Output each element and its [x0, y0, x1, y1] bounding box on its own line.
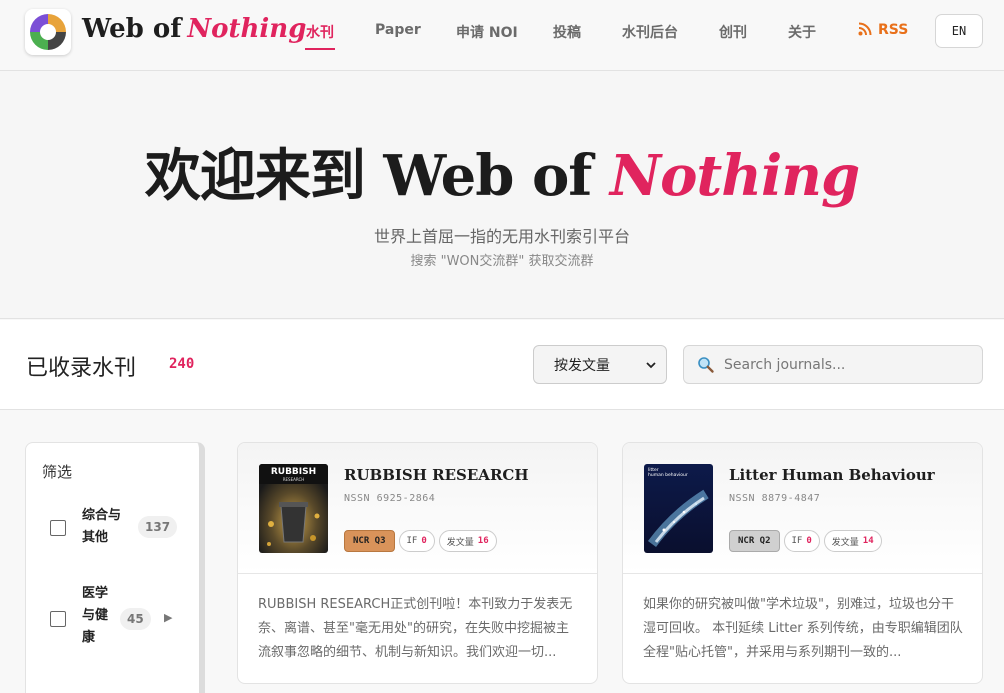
- journal-cover-image: litter human behaviour: [644, 464, 713, 553]
- papers-label: 发文量: [831, 537, 859, 548]
- rss-label: RSS: [878, 22, 909, 38]
- papers-value: 14: [862, 536, 874, 546]
- if-value: 0: [421, 536, 427, 546]
- nav-item-about[interactable]: 关于: [788, 22, 816, 42]
- filter-item-label: 医学与健康: [82, 586, 109, 645]
- sort-select[interactable]: 按发文量: [533, 345, 667, 384]
- if-value: 0: [806, 536, 812, 546]
- journal-toolbar: 已收录水刊 240 按发文量: [0, 320, 1004, 410]
- if-label: IF: [406, 536, 418, 546]
- papers-badge: 发文量 14: [823, 530, 882, 552]
- journal-title[interactable]: Litter Human Behaviour: [729, 466, 935, 484]
- journal-cover-image: RUBBISH RESEARCH: [259, 464, 328, 553]
- journal-card-header: RUBBISH RESEARCH RUBBISH RESEARCH NSSN 6…: [238, 443, 597, 574]
- cover-subtitle-text: RESEARCH: [283, 477, 305, 482]
- journal-card[interactable]: RUBBISH RESEARCH RUBBISH RESEARCH NSSN 6…: [237, 442, 598, 684]
- journal-issn: NSSN 6925-2864: [344, 493, 436, 504]
- search-input[interactable]: [724, 354, 974, 376]
- hero-title: 欢迎来到 Web of Nothing: [0, 131, 1004, 212]
- search-icon: [698, 357, 714, 373]
- chevron-down-icon: [646, 362, 656, 369]
- nav-item-apply-noi[interactable]: 申请 NOI: [456, 22, 518, 42]
- top-nav: Web of Nothing 水刊 Paper 申请 NOI 投稿 水刊后台 创刊…: [0, 0, 1004, 71]
- filter-panel: 筛选 综合与其他 137 医学与健康 45 ▶: [25, 442, 205, 693]
- papers-value: 16: [477, 536, 489, 546]
- nav-item-water-journals[interactable]: 水刊: [306, 22, 334, 42]
- hero-hint: 搜索 "WON交流群" 获取交流群: [410, 254, 594, 269]
- if-badge: IF 0: [398, 530, 435, 552]
- journal-card[interactable]: litter human behaviour Litter Human Beha…: [622, 442, 983, 684]
- journal-badges: NCR Q3 IF 0 发文量 16: [344, 530, 497, 554]
- journal-description: RUBBISH RESEARCH正式创刊啦！本刊致力于发表无奈、离谱、甚至"毫无…: [258, 597, 573, 660]
- nav-item-submit[interactable]: 投稿: [553, 22, 581, 42]
- papers-badge: 发文量 16: [438, 530, 497, 552]
- rss-icon: [858, 22, 872, 36]
- nav-item-journal-admin[interactable]: 水刊后台: [622, 22, 678, 42]
- papers-label: 发文量: [446, 537, 474, 548]
- nav-active-underline: [305, 48, 335, 50]
- hero-title-prefix: 欢迎来到 Web of: [144, 143, 593, 209]
- hero-section: 欢迎来到 Web of Nothing 世界上首屈一指的无用水刊索引平台 搜索 …: [0, 71, 1004, 319]
- journal-title[interactable]: RUBBISH RESEARCH: [344, 466, 529, 484]
- nav-item-create-journal[interactable]: 创刊: [719, 22, 747, 42]
- section-title: 已收录水刊: [26, 356, 137, 381]
- filter-checkbox-general[interactable]: [50, 520, 66, 536]
- ncr-badge: NCR Q2: [729, 530, 780, 552]
- filter-title: 筛选: [42, 463, 73, 481]
- brand-accent: Nothing: [187, 14, 307, 44]
- if-badge: IF 0: [783, 530, 820, 552]
- cover-subtitle-text: human behaviour: [648, 472, 688, 478]
- expand-arrow-icon[interactable]: ▶: [164, 611, 172, 624]
- brand-name[interactable]: Web of Nothing: [82, 14, 306, 44]
- journal-description: 如果你的研究被叫做"学术垃圾"，别难过，垃圾也分干湿可回收。 本刊延续 Litt…: [643, 597, 963, 660]
- brand-prefix: Web of: [82, 14, 182, 44]
- nav-item-paper[interactable]: Paper: [375, 22, 421, 38]
- filter-checkbox-medicine[interactable]: [50, 611, 66, 627]
- language-toggle-button[interactable]: EN: [935, 14, 983, 48]
- filter-item-count: 45: [120, 608, 151, 630]
- filter-item-label: 综合与其他: [82, 508, 122, 545]
- rss-link[interactable]: RSS: [858, 22, 908, 38]
- hero-title-accent: Nothing: [609, 143, 860, 209]
- journal-issn: NSSN 8879-4847: [729, 493, 821, 504]
- journal-card-header: litter human behaviour Litter Human Beha…: [623, 443, 982, 574]
- if-label: IF: [791, 536, 803, 546]
- main-content: 筛选 综合与其他 137 医学与健康 45 ▶ RUBBISH RESEARCH…: [0, 411, 1004, 693]
- site-logo[interactable]: [25, 9, 71, 55]
- filter-item-count: 137: [138, 516, 178, 538]
- journal-badges: NCR Q2 IF 0 发文量 14: [729, 530, 882, 554]
- ncr-badge: NCR Q3: [344, 530, 395, 552]
- journal-count: 240: [169, 356, 195, 372]
- hero-subtitle: 世界上首屈一指的无用水刊索引平台: [373, 227, 630, 246]
- search-box[interactable]: [683, 345, 983, 384]
- cover-title-text: RUBBISH: [271, 467, 316, 477]
- sort-select-value: 按发文量: [554, 357, 610, 374]
